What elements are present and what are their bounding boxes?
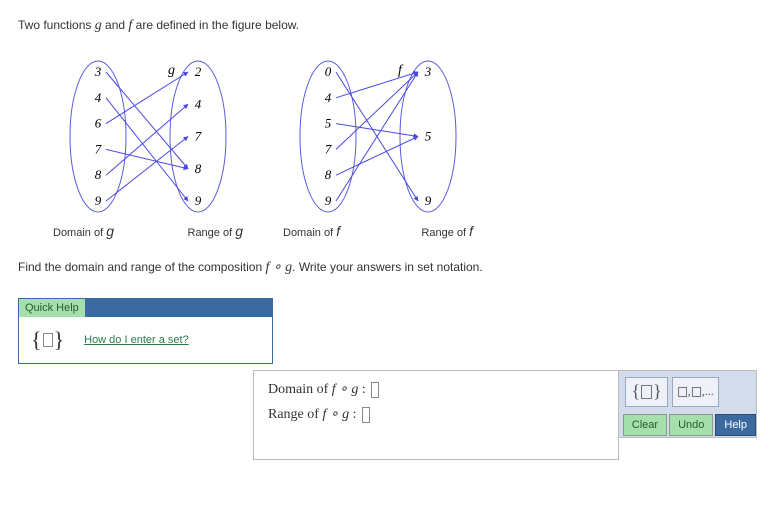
quick-help-tab[interactable]: Quick Help: [19, 299, 86, 317]
list-button[interactable]: ,,...: [672, 377, 719, 407]
answer-area: Domain of f ∘ g : Range of f ∘ g : {} ,,…: [253, 370, 757, 460]
g-letter: g: [95, 18, 102, 33]
svg-text:5: 5: [425, 129, 432, 144]
mapping-diagrams: g 3 4 6 7 8 9 2 4 7 8 9 Domain of g Range of g f 0 4 5…: [53, 54, 757, 239]
problem-intro: Two functions g and f are defined in the…: [18, 18, 757, 34]
range-g-label: Range of g: [188, 223, 244, 239]
svg-text:f: f: [398, 63, 404, 78]
svg-text:3: 3: [424, 64, 432, 79]
intro-suffix: are defined in the figure below.: [132, 18, 299, 32]
svg-text:4: 4: [325, 90, 332, 105]
brace-button[interactable]: {}: [625, 377, 667, 407]
clear-button[interactable]: Clear: [623, 414, 667, 436]
how-enter-set-link[interactable]: How do I enter a set?: [84, 334, 189, 346]
svg-text:6: 6: [95, 116, 102, 131]
undo-button[interactable]: Undo: [669, 414, 713, 436]
svg-text:5: 5: [325, 116, 332, 131]
intro-prefix: Two functions: [18, 18, 95, 32]
range-f-label: Range of f: [421, 223, 473, 239]
svg-text:4: 4: [195, 96, 202, 111]
brace-sample-icon: {}: [31, 327, 64, 353]
domain-answer-input[interactable]: [371, 382, 379, 398]
svg-text:8: 8: [325, 167, 332, 182]
quick-help-panel: Quick Help {} How do I enter a set?: [18, 298, 273, 364]
svg-text:9: 9: [195, 193, 202, 208]
svg-text:0: 0: [325, 64, 332, 79]
mapping-f: f 0 4 5 7 8 9 3 5 9 Domain of f Range of f: [283, 54, 473, 239]
svg-text:3: 3: [94, 64, 102, 79]
domain-answer-line: Domain of f ∘ g :: [268, 381, 604, 398]
domain-f-label: Domain of f: [283, 223, 340, 239]
quick-help-titlebar: Quick Help: [19, 299, 272, 317]
svg-text:7: 7: [195, 129, 202, 144]
intro-mid: and: [102, 18, 129, 32]
mapping-g-svg: g 3 4 6 7 8 9 2 4 7 8 9: [53, 54, 243, 219]
mapping-g: g 3 4 6 7 8 9 2 4 7 8 9 Domain of g Range of g: [53, 54, 243, 239]
svg-text:g: g: [168, 63, 175, 78]
mapping-f-svg: f 0 4 5 7 8 9 3 5 9: [283, 54, 473, 219]
help-button[interactable]: Help: [715, 414, 756, 436]
svg-text:9: 9: [325, 193, 332, 208]
range-answer-line: Range of f ∘ g :: [268, 406, 604, 423]
svg-text:9: 9: [95, 193, 102, 208]
prompt-text: Find the domain and range of the composi…: [18, 259, 757, 276]
domain-g-label: Domain of g: [53, 223, 114, 239]
input-palette: {} ,,... Clear Undo Help: [619, 370, 757, 438]
svg-text:9: 9: [425, 193, 432, 208]
compose-expr: f ∘ g: [266, 260, 293, 275]
svg-text:8: 8: [95, 167, 102, 182]
svg-text:7: 7: [95, 141, 102, 156]
svg-text:8: 8: [195, 161, 202, 176]
svg-text:4: 4: [95, 90, 102, 105]
svg-text:2: 2: [195, 64, 202, 79]
range-answer-input[interactable]: [362, 407, 370, 423]
answer-box: Domain of f ∘ g : Range of f ∘ g :: [253, 370, 619, 460]
svg-text:7: 7: [325, 141, 332, 156]
